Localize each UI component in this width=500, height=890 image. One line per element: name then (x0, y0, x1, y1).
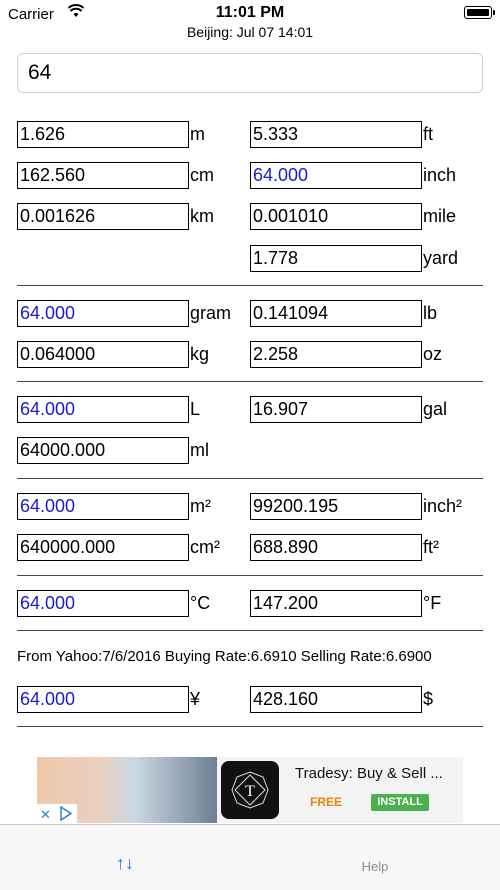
install-button[interactable]: INSTALL (371, 794, 429, 811)
inch-unit: inch (423, 165, 457, 185)
ad-price: FREE (310, 795, 343, 809)
ounce-unit: oz (423, 344, 443, 364)
liter-field[interactable]: 64.000 (17, 396, 189, 423)
kilometer-unit: km (190, 206, 214, 226)
square-feet-field[interactable]: 688.890 (250, 534, 422, 561)
yuan-unit: ¥ (190, 689, 201, 709)
ad-banner[interactable]: ✕ T Tradesy: Buy & Sell ... FREE INSTALL (37, 757, 463, 823)
divider (17, 575, 483, 576)
square-inch-unit: inch² (423, 496, 463, 516)
pound-unit: lb (423, 303, 438, 323)
mile-unit: mile (423, 206, 457, 226)
divider (17, 285, 483, 286)
centimeter-unit: cm (190, 165, 214, 185)
centimeter-field[interactable]: 162.560 (17, 162, 189, 189)
svg-text:T: T (245, 783, 255, 800)
fahrenheit-unit: °F (423, 593, 442, 613)
fahrenheit-field[interactable]: 147.200 (250, 590, 422, 617)
beijing-time: Beijing: Jul 07 14:01 (186, 24, 314, 40)
divider (17, 381, 483, 382)
celsius-unit: °C (190, 593, 211, 613)
square-inch-field[interactable]: 99200.195 (250, 493, 422, 520)
square-feet-unit: ft² (423, 537, 439, 557)
value-input[interactable]: 64 (17, 53, 483, 93)
kilogram-unit: kg (190, 344, 210, 364)
yuan-field[interactable]: 64.000 (17, 686, 189, 713)
milliliter-unit: ml (190, 440, 209, 460)
ounce-field[interactable]: 2.258 (250, 341, 422, 368)
square-meter-unit: m² (190, 496, 211, 516)
milliliter-field[interactable]: 64000.000 (17, 437, 189, 464)
meter-field[interactable]: 1.626 (17, 121, 189, 148)
square-meter-field[interactable]: 64.000 (17, 493, 189, 520)
tradesy-logo: T (221, 761, 279, 819)
feet-unit: ft (423, 124, 434, 144)
feet-field[interactable]: 5.333 (250, 121, 422, 148)
battery-icon (464, 6, 495, 19)
square-centimeter-unit: cm² (190, 537, 220, 557)
square-centimeter-field[interactable]: 640000.000 (17, 534, 189, 561)
gallon-field[interactable]: 16.907 (250, 396, 422, 423)
liter-unit: L (190, 399, 201, 419)
tab-bar: ↑↓ Help (0, 824, 500, 890)
pound-field[interactable]: 0.141094 (250, 300, 422, 327)
gram-field[interactable]: 64.000 (17, 300, 189, 327)
yard-field[interactable]: 1.778 (250, 245, 422, 272)
gallon-unit: gal (423, 399, 448, 419)
celsius-field[interactable]: 64.000 (17, 590, 189, 617)
svg-text:✕: ✕ (40, 807, 51, 822)
kilometer-field[interactable]: 0.001626 (17, 203, 189, 230)
dollar-unit: $ (423, 689, 434, 709)
divider (17, 478, 483, 479)
kilogram-field[interactable]: 0.064000 (17, 341, 189, 368)
meter-unit: m (190, 124, 205, 144)
divider (17, 726, 483, 727)
exchange-rate-text: From Yahoo:7/6/2016 Buying Rate:6.6910 S… (17, 648, 432, 665)
inch-field[interactable]: 64.000 (250, 162, 422, 189)
mile-field[interactable]: 0.001010 (250, 203, 422, 230)
ad-title: Tradesy: Buy & Sell ... (295, 765, 443, 782)
divider (17, 630, 483, 631)
yard-unit: yard (423, 248, 459, 268)
status-bar: Carrier 11:01 PM Beijing: Jul 07 14:01 (0, 0, 500, 44)
dollar-field[interactable]: 428.160 (250, 686, 422, 713)
clock: 11:01 PM (215, 4, 285, 21)
adchoices-icon[interactable]: ✕ (37, 804, 77, 823)
gram-unit: gram (190, 303, 232, 323)
tab-swap[interactable]: ↑↓ (100, 853, 150, 874)
tab-help[interactable]: Help (350, 859, 400, 874)
